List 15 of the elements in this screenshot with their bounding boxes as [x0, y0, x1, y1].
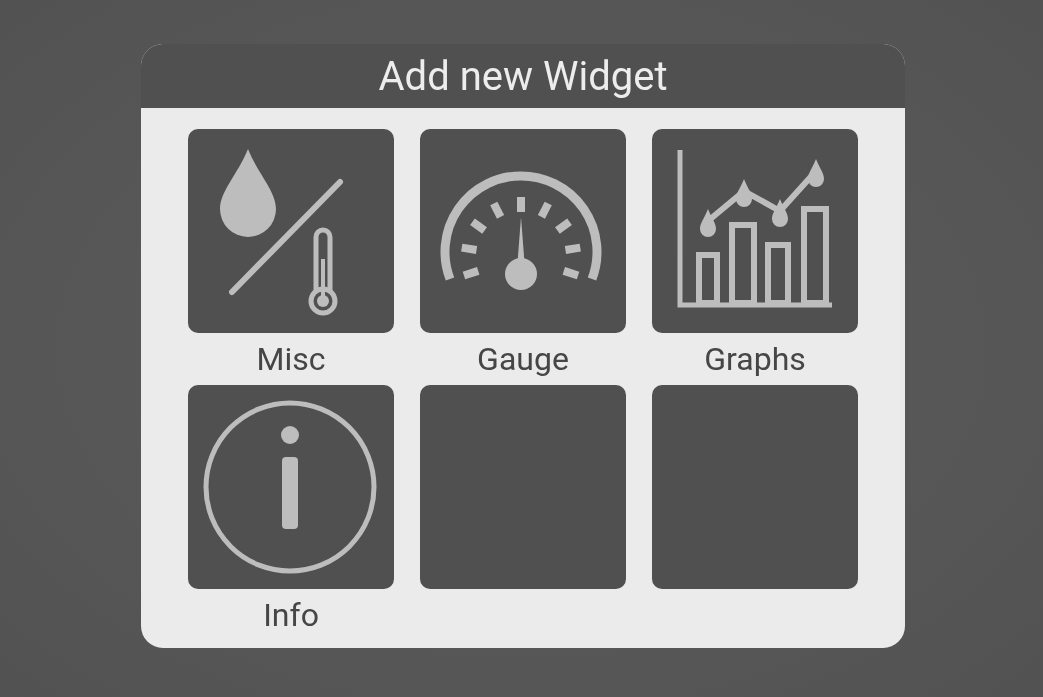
tile-label: Misc	[256, 340, 326, 378]
bar-chart-icon	[677, 150, 832, 308]
empty-tile[interactable]	[420, 385, 626, 589]
dialog-title: Add new Widget	[378, 52, 668, 100]
widget-tile[interactable]	[420, 129, 626, 333]
droplet-thermometer-icon	[220, 149, 343, 316]
info-icon	[203, 400, 377, 574]
tile-label: Graphs	[704, 340, 806, 378]
widget-tile[interactable]	[188, 385, 394, 589]
tile-label: Gauge	[477, 340, 569, 378]
widget-tile[interactable]	[188, 129, 394, 333]
widget-tile[interactable]	[652, 129, 858, 333]
tile-label: Info	[263, 596, 319, 634]
gauge-icon	[440, 171, 602, 290]
empty-tile[interactable]	[652, 385, 858, 589]
